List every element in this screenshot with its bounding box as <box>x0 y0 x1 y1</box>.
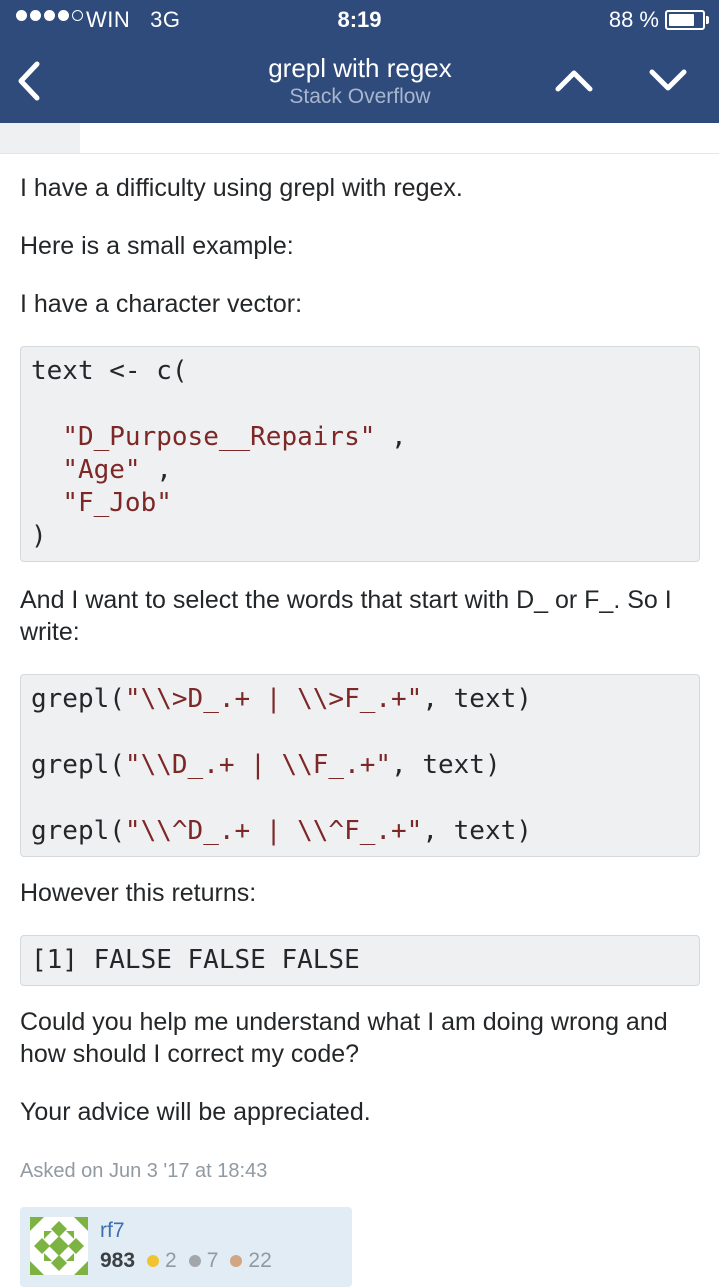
code-line: text <- c( <box>31 356 188 386</box>
code-string: "D_Purpose__Repairs" <box>62 422 376 452</box>
battery-status: 88 % <box>608 7 709 33</box>
site-name: Stack Overflow <box>289 85 431 108</box>
question-paragraph: Here is a small example: <box>20 232 294 260</box>
code-text: , text) <box>422 684 532 714</box>
code-text: , <box>140 455 172 485</box>
reputation-score: 983 <box>100 1249 136 1272</box>
question-paragraph: However this returns: <box>20 879 257 907</box>
nav-title-group: grepl with regex Stack Overflow <box>160 52 560 110</box>
silver-badge-icon <box>188 1255 201 1267</box>
chevron-up-icon <box>555 70 593 92</box>
navigation-bar: grepl with regex Stack Overflow <box>0 40 719 123</box>
code-string: "\\>D_.+ | \\>F_.+" <box>124 684 423 714</box>
silver-badge-count: 7 <box>206 1249 219 1272</box>
chevron-down-icon <box>649 69 687 91</box>
bronze-badge-count: 22 <box>248 1249 272 1272</box>
question-paragraph: Could you help me understand what I am d… <box>20 1008 668 1068</box>
back-button[interactable] <box>10 56 50 106</box>
gold-badge-icon <box>147 1255 160 1267</box>
bronze-badge-icon <box>230 1255 243 1267</box>
code-string: "\\^D_.+ | \\^F_.+" <box>124 816 423 846</box>
battery-percent: 88 % <box>608 7 659 32</box>
code-string: "Age" <box>62 455 141 485</box>
page-title: grepl with regex <box>268 53 452 83</box>
next-question-button[interactable] <box>644 58 692 102</box>
code-block-output: [1] FALSE FALSE FALSE <box>20 935 700 986</box>
tab-indicator[interactable] <box>0 123 80 153</box>
question-paragraph: Your advice will be appreciated. <box>20 1098 371 1126</box>
question-paragraph: And I want to select the words that star… <box>20 586 672 646</box>
code-text: grepl( <box>31 816 125 846</box>
gold-badge-count: 2 <box>165 1249 177 1272</box>
user-name-link[interactable]: rf7 <box>100 1219 125 1243</box>
code-text: , text) <box>422 816 532 846</box>
code-text: grepl( <box>31 750 125 780</box>
code-line: ) <box>31 521 47 551</box>
tab-strip <box>0 123 719 154</box>
user-reputation: 983 2 7 22 <box>100 1249 278 1273</box>
user-card[interactable]: rf7 983 2 7 22 <box>20 1207 352 1287</box>
question-paragraph: I have a character vector: <box>20 290 303 318</box>
code-block-vector: text <- c( "D_Purpose__Repairs" , "Age" … <box>20 346 700 562</box>
asked-timestamp: Asked on Jun 3 '17 at 18:43 <box>20 1160 268 1182</box>
battery-icon <box>665 10 709 30</box>
code-text: grepl( <box>31 684 125 714</box>
chevron-left-icon <box>18 61 40 101</box>
status-bar: WIN 3G 8:19 88 % <box>0 0 719 40</box>
question-body: I have a difficulty using grepl with reg… <box>20 160 700 1183</box>
code-string: "\\D_.+ | \\F_.+" <box>124 750 392 780</box>
previous-question-button[interactable] <box>550 58 598 102</box>
code-string: "F_Job" <box>62 488 172 518</box>
code-text: , text) <box>391 750 501 780</box>
question-paragraph: I have a difficulty using grepl with reg… <box>20 174 463 202</box>
code-text: , <box>375 422 407 452</box>
user-avatar-identicon[interactable] <box>30 1217 88 1275</box>
code-block-grepl: grepl("\\>D_.+ | \\>F_.+", text) grepl("… <box>20 674 700 857</box>
